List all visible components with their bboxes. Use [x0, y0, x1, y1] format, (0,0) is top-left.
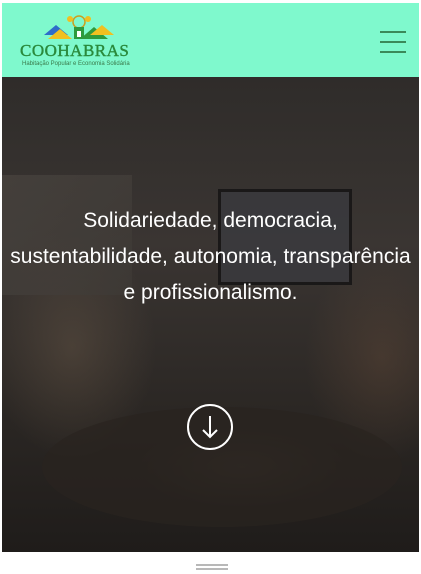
coohabras-logo[interactable]: COOHABRAS Habitação Popular e Economia S… [20, 13, 142, 71]
tagline-line: e profissionalismo. [123, 281, 298, 304]
menu-bar-bottom [380, 51, 406, 53]
hero-tagline: Solidariedade, democracia, sustentabilid… [2, 203, 419, 311]
hero-section: Solidariedade, democracia, sustentabilid… [2, 77, 419, 552]
scroll-down-button[interactable] [187, 404, 233, 450]
site-header: COOHABRAS Habitação Popular e Economia S… [2, 3, 419, 77]
handle-line [196, 568, 228, 570]
menu-bar-middle [380, 41, 406, 43]
menu-bar-top [380, 31, 406, 33]
logo-emblem-icon [44, 15, 114, 39]
logo-wordmark: COOHABRAS [20, 41, 130, 60]
page-frame: COOHABRAS Habitação Popular e Economia S… [2, 3, 419, 552]
handle-line [196, 564, 228, 566]
hamburger-menu-icon[interactable] [380, 31, 406, 53]
arrow-down-icon [202, 416, 218, 439]
drag-handle[interactable] [196, 564, 228, 570]
tagline-line: Solidariedade, democracia, [83, 209, 338, 232]
tagline-line: sustentabilidade, autonomia, transparênc… [10, 245, 411, 268]
logo-tagline: Habitação Popular e Economia Solidária [22, 61, 130, 67]
